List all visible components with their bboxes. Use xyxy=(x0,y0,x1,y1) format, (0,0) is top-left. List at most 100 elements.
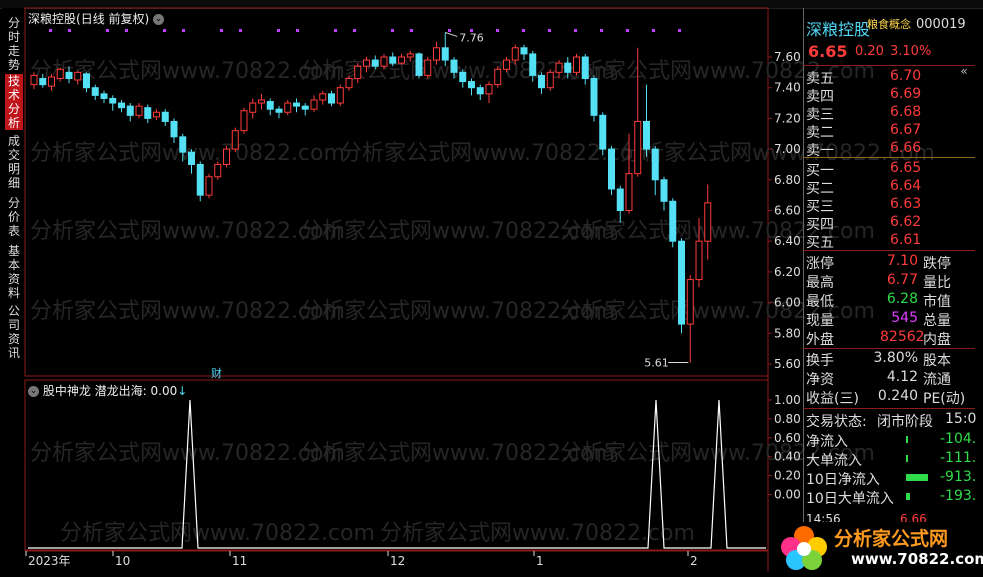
candle-body xyxy=(48,76,55,87)
bid-3-price[interactable]: 6.63 xyxy=(890,196,921,212)
stat-label: 现量 xyxy=(806,313,834,329)
watermark: 分析家公式网www.70822.com xyxy=(340,141,655,166)
ask-2-price[interactable]: 6.67 xyxy=(890,122,921,138)
candle-body xyxy=(161,111,169,122)
bid-4-label: 买四 xyxy=(806,217,834,233)
watermark: 分析家公式网www.70822.com xyxy=(30,299,345,324)
candle-body xyxy=(310,99,318,110)
down-arrow-icon: ↓ xyxy=(177,384,188,398)
candle-body xyxy=(100,93,108,99)
ask-5-price[interactable]: 6.70 xyxy=(890,68,921,84)
candle-body xyxy=(625,173,633,212)
candle-body xyxy=(319,93,327,101)
flow-bar xyxy=(906,474,928,481)
finance-marker[interactable]: 财 xyxy=(211,366,222,380)
indicator-dropdown-icon[interactable]: ⌄ xyxy=(28,386,39,397)
price-tick-label: 7.00 xyxy=(774,142,801,156)
candle-body xyxy=(380,56,388,67)
candle-body xyxy=(65,71,73,79)
ask-3-price[interactable]: 6.68 xyxy=(890,104,921,120)
stat-value: 82562 xyxy=(880,329,925,345)
signal-dot xyxy=(448,29,451,32)
trade-state: 闭市阶段 xyxy=(877,414,933,430)
price-tick-label: 6.60 xyxy=(774,204,801,218)
candle-body xyxy=(398,56,405,64)
candle-body xyxy=(485,84,493,95)
high-pointer xyxy=(445,31,458,37)
candle-body xyxy=(468,81,475,89)
indicator-tick-label: 0.20 xyxy=(774,469,801,483)
candle-body xyxy=(581,56,589,79)
stat2-value: 3.80% xyxy=(873,350,918,366)
bid-1-label: 买一 xyxy=(806,163,834,179)
indicator-tick-label: 0.40 xyxy=(774,450,801,464)
candle-body xyxy=(126,105,134,116)
ask-1-price[interactable]: 6.66 xyxy=(890,140,921,156)
candle-body xyxy=(389,56,397,64)
candle-body xyxy=(590,77,598,116)
date-tick-label: 2023年 xyxy=(28,554,71,568)
candle-body xyxy=(345,77,353,89)
concept-label[interactable]: 粮食概念 xyxy=(867,16,911,32)
signal-dot xyxy=(68,29,71,32)
candle-body xyxy=(284,102,292,113)
candle-body xyxy=(634,120,642,175)
bid-5-price[interactable]: 6.61 xyxy=(890,232,921,248)
collapse-icon[interactable]: « xyxy=(955,64,973,80)
flow-label: 10日净流入 xyxy=(806,472,880,488)
stat-label: 最低 xyxy=(806,294,834,310)
date-tick-label: 1 xyxy=(536,554,544,568)
signal-dot xyxy=(678,29,681,32)
stat2-value: 4.12 xyxy=(886,369,918,385)
bid-1-price[interactable]: 6.65 xyxy=(890,160,921,176)
stat2-value: 0.240 xyxy=(877,388,918,404)
bid-4-price[interactable]: 6.62 xyxy=(890,214,921,230)
candle-body xyxy=(301,105,309,110)
stat2-label: 换手 xyxy=(806,353,834,369)
price-tick-label: 6.40 xyxy=(774,234,801,248)
candle-body xyxy=(39,77,47,86)
date-tick-label: 12 xyxy=(390,554,405,568)
stat2-label-right: 股本 xyxy=(923,353,951,369)
signal-dot xyxy=(548,29,551,32)
price-tick-label: 6.20 xyxy=(774,265,801,279)
price-tick-label: 7.60 xyxy=(774,50,801,64)
stat-value: 6.28 xyxy=(886,291,918,307)
candle-body xyxy=(30,74,38,86)
date-tick-label: 2 xyxy=(690,554,698,568)
price-tick-label: 6.00 xyxy=(774,296,801,310)
candle-body xyxy=(240,110,248,132)
candle-body xyxy=(170,120,178,138)
candle-body xyxy=(608,148,615,190)
signal-dot xyxy=(574,29,577,32)
stat2-label-right: 流通 xyxy=(923,372,951,388)
price-tick-label: 6.80 xyxy=(774,173,801,187)
site-logo: 分析家公式网 www.70822.com xyxy=(776,522,983,572)
signal-dot xyxy=(182,29,185,32)
dropdown-icon[interactable]: ⌄ xyxy=(153,14,165,25)
signal-dot xyxy=(125,29,128,32)
watermark: 分析家公式网www.70822.com xyxy=(60,521,375,546)
watermark: 分析家公式网www.70822.com xyxy=(30,141,345,166)
ask-2-label: 卖二 xyxy=(806,125,834,141)
ask-4-price[interactable]: 6.69 xyxy=(890,86,921,102)
bid-2-price[interactable]: 6.64 xyxy=(890,178,921,194)
indicator-series-label: 潜龙出海: 0.00 xyxy=(94,384,178,398)
candle-body xyxy=(573,56,580,73)
watermark: 分析家公式网www.70822.com xyxy=(30,219,345,244)
candle-body xyxy=(354,65,362,79)
candle-body xyxy=(441,47,449,61)
candle-body xyxy=(293,102,300,107)
stat2-label-right: PE(动) xyxy=(923,391,966,407)
candle-body xyxy=(83,73,90,89)
candle-body xyxy=(503,59,510,70)
candle-body xyxy=(450,59,458,73)
logo-text: 分析家公式网 xyxy=(834,528,949,550)
candle-body xyxy=(546,71,554,89)
candle-body xyxy=(56,68,64,79)
stat-label-right: 量比 xyxy=(923,275,951,291)
candle-body xyxy=(179,136,187,153)
flow-value: -111. xyxy=(940,450,977,466)
flow-bar xyxy=(906,436,908,443)
stat-label: 涨停 xyxy=(806,256,834,272)
